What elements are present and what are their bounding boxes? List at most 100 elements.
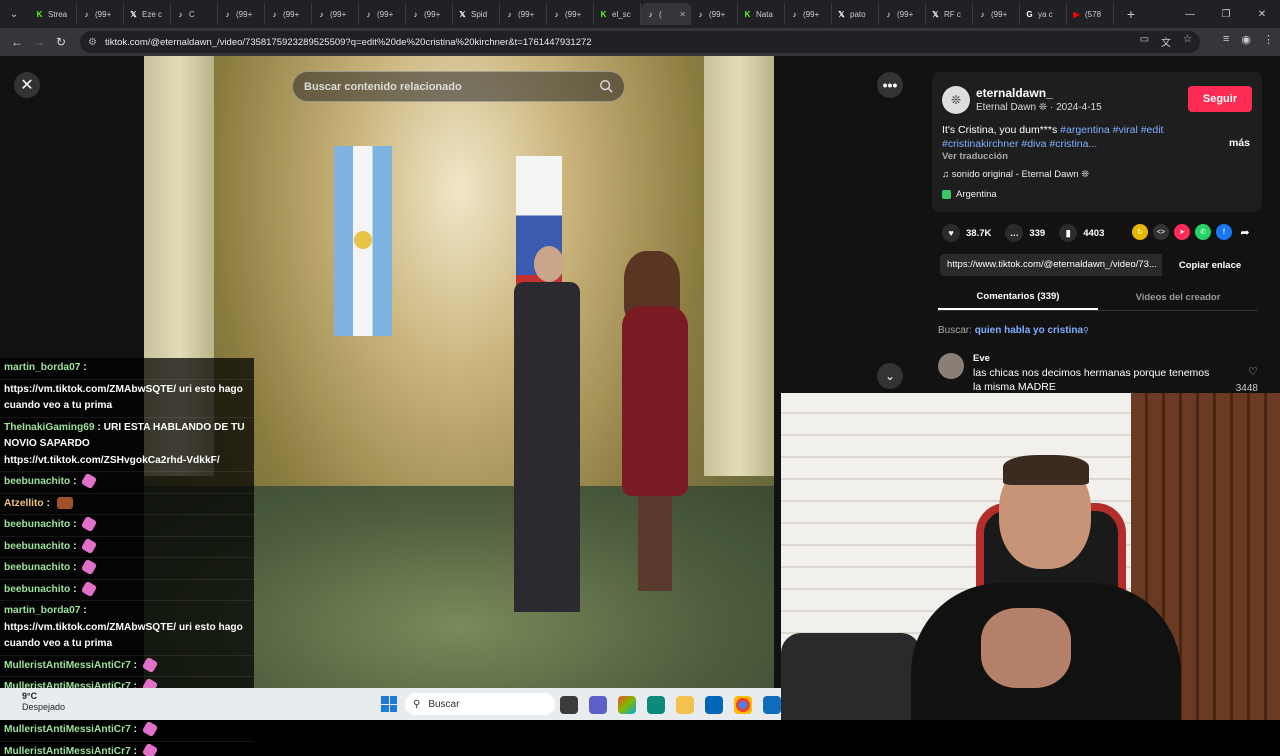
embed-icon[interactable]: <>: [1153, 224, 1169, 240]
location-tag[interactable]: Argentina: [942, 189, 997, 200]
browser-tab[interactable]: ♪(✕: [641, 3, 691, 25]
tab-creator-videos[interactable]: Videos del creador: [1098, 284, 1258, 310]
edge-icon[interactable]: [647, 696, 665, 714]
translate-link[interactable]: Ver traducción: [942, 151, 1008, 162]
windows-start-icon[interactable]: [381, 696, 397, 712]
chat-username[interactable]: beebunachito: [4, 541, 70, 552]
store-icon[interactable]: [705, 696, 723, 714]
menu-kebab-icon[interactable]: ⋮: [1263, 33, 1274, 46]
browser-tab[interactable]: ♪(99+: [973, 3, 1020, 25]
address-bar[interactable]: ⚙ tiktok.com/@eternaldawn_/video/7358175…: [80, 31, 1200, 53]
close-window-icon[interactable]: ✕: [1244, 0, 1280, 28]
chat-username[interactable]: MulleristAntiMessiAntiCr7: [4, 746, 131, 756]
maximize-icon[interactable]: ❐: [1208, 0, 1244, 28]
close-icon[interactable]: ✕: [14, 72, 40, 98]
cast-icon[interactable]: ▭: [1140, 34, 1149, 49]
browser-tab[interactable]: ♪(99+: [406, 3, 453, 25]
chat-message: beebunachito :: [0, 558, 254, 580]
tiktok-icon: ♪: [504, 9, 515, 20]
translate-icon[interactable]: 文: [1161, 34, 1171, 49]
follow-button[interactable]: Seguir: [1188, 86, 1252, 112]
reload-icon[interactable]: ↻: [52, 33, 70, 51]
url-text[interactable]: tiktok.com/@eternaldawn_/video/735817592…: [105, 37, 592, 48]
profile-icon[interactable]: ◉: [1241, 33, 1251, 46]
media-control-icon[interactable]: ≡: [1223, 33, 1229, 46]
browser-tab[interactable]: Kel_sc: [594, 3, 641, 25]
chat-emote-icon: [142, 743, 158, 756]
chat-username[interactable]: beebunachito: [4, 562, 70, 573]
browser-tab[interactable]: 𝕏pato: [832, 3, 879, 25]
facebook-icon[interactable]: f: [1216, 224, 1232, 240]
back-icon[interactable]: ←: [8, 33, 26, 51]
browser-tab[interactable]: ♪(99+: [359, 3, 406, 25]
browser-tab[interactable]: 𝕏Eze c: [124, 3, 171, 25]
comment-user[interactable]: Eve: [973, 353, 990, 364]
minimize-icon[interactable]: —: [1172, 0, 1208, 28]
tab-close-icon[interactable]: ✕: [679, 10, 686, 19]
browser-tab[interactable]: ♪(99+: [218, 3, 265, 25]
avatar[interactable]: ❊: [942, 86, 970, 114]
new-tab-button[interactable]: +: [1120, 6, 1142, 22]
browser-tab[interactable]: ♪(99+: [879, 3, 926, 25]
send-icon[interactable]: ➤: [1174, 224, 1190, 240]
browser-tab[interactable]: ♪C: [171, 3, 218, 25]
browser-tab[interactable]: ♪(99+: [312, 3, 359, 25]
taskbar-search[interactable]: ⚲ Buscar: [405, 693, 555, 715]
browser-tab[interactable]: KStrea: [30, 3, 77, 25]
chat-username[interactable]: MulleristAntiMessiAntiCr7: [4, 724, 131, 735]
browser-tab[interactable]: 𝕏Spid: [453, 3, 500, 25]
chat-username[interactable]: beebunachito: [4, 584, 70, 595]
sound-link[interactable]: ♫ sonido original - Eternal Dawn ❊: [942, 169, 1089, 180]
chat-username[interactable]: martin_borda07: [4, 605, 80, 616]
browser-tab[interactable]: Gya c: [1020, 3, 1067, 25]
teams-icon[interactable]: [589, 696, 607, 714]
browser-tab[interactable]: ♪(99+: [785, 3, 832, 25]
chat-username[interactable]: TheInakiGaming69: [4, 422, 95, 433]
chat-username[interactable]: MulleristAntiMessiAntiCr7: [4, 660, 131, 671]
tab-comments[interactable]: Comentarios (339): [938, 284, 1098, 310]
copilot-icon[interactable]: [618, 696, 636, 714]
browser-tab[interactable]: ♪(99+: [500, 3, 547, 25]
browser-tab[interactable]: KNata: [738, 3, 785, 25]
search-icon[interactable]: [599, 79, 613, 93]
more-button[interactable]: más: [1229, 137, 1250, 149]
username[interactable]: eternaldawn_: [976, 86, 1053, 100]
copy-link-button[interactable]: Copiar enlace: [1166, 254, 1254, 276]
related-search-box[interactable]: Buscar contenido relacionado: [292, 71, 625, 102]
repost-icon[interactable]: ↻: [1132, 224, 1148, 240]
browser-tab[interactable]: ♪(99+: [547, 3, 594, 25]
forward-icon[interactable]: →: [30, 33, 48, 51]
tab-search-icon[interactable]: ⌄: [4, 4, 24, 24]
browser-tab[interactable]: ♪(99+: [691, 3, 738, 25]
like-button[interactable]: ♥ 38.7K: [942, 224, 991, 242]
share-arrow-icon[interactable]: ➦: [1237, 224, 1253, 240]
video-link-field[interactable]: https://www.tiktok.com/@eternaldawn_/vid…: [940, 254, 1162, 276]
browser-tab[interactable]: ♪(99+: [77, 3, 124, 25]
whatsapp-icon[interactable]: ✆: [1195, 224, 1211, 240]
search-query[interactable]: quien habla yo cristina: [975, 325, 1083, 336]
chat-username[interactable]: beebunachito: [4, 519, 70, 530]
comment-button[interactable]: … 339: [1005, 224, 1045, 242]
save-button[interactable]: ▮ 4403: [1059, 224, 1104, 242]
weather-widget[interactable]: 9°C Despejado: [22, 691, 65, 713]
chat-username[interactable]: Atzellito: [4, 498, 44, 509]
avatar[interactable]: [938, 353, 964, 379]
more-options-icon[interactable]: •••: [877, 72, 903, 98]
task-view-icon[interactable]: [560, 696, 578, 714]
browser-tab[interactable]: ▶(578: [1067, 3, 1114, 25]
site-info-icon[interactable]: ⚙: [88, 37, 97, 48]
file-explorer-icon[interactable]: [676, 696, 694, 714]
browser-tab[interactable]: ♪(99+: [265, 3, 312, 25]
bookmark-star-icon[interactable]: ☆: [1183, 34, 1192, 49]
woman-in-red-dress: [614, 251, 694, 591]
taskbar-apps: [560, 696, 781, 714]
chat-username[interactable]: martin_borda07: [4, 362, 80, 373]
next-video-chevron-icon[interactable]: ⌄: [877, 363, 903, 389]
chat-username[interactable]: beebunachito: [4, 476, 70, 487]
chrome-icon[interactable]: [734, 696, 752, 714]
outlook-icon[interactable]: [763, 696, 781, 714]
comment-like-icon[interactable]: ♡: [1248, 365, 1258, 378]
chat-emote-icon: [81, 516, 97, 532]
browser-tab[interactable]: 𝕏RF c: [926, 3, 973, 25]
comment-search-suggestion[interactable]: Buscar: quien habla yo cristina⚲: [938, 325, 1089, 336]
